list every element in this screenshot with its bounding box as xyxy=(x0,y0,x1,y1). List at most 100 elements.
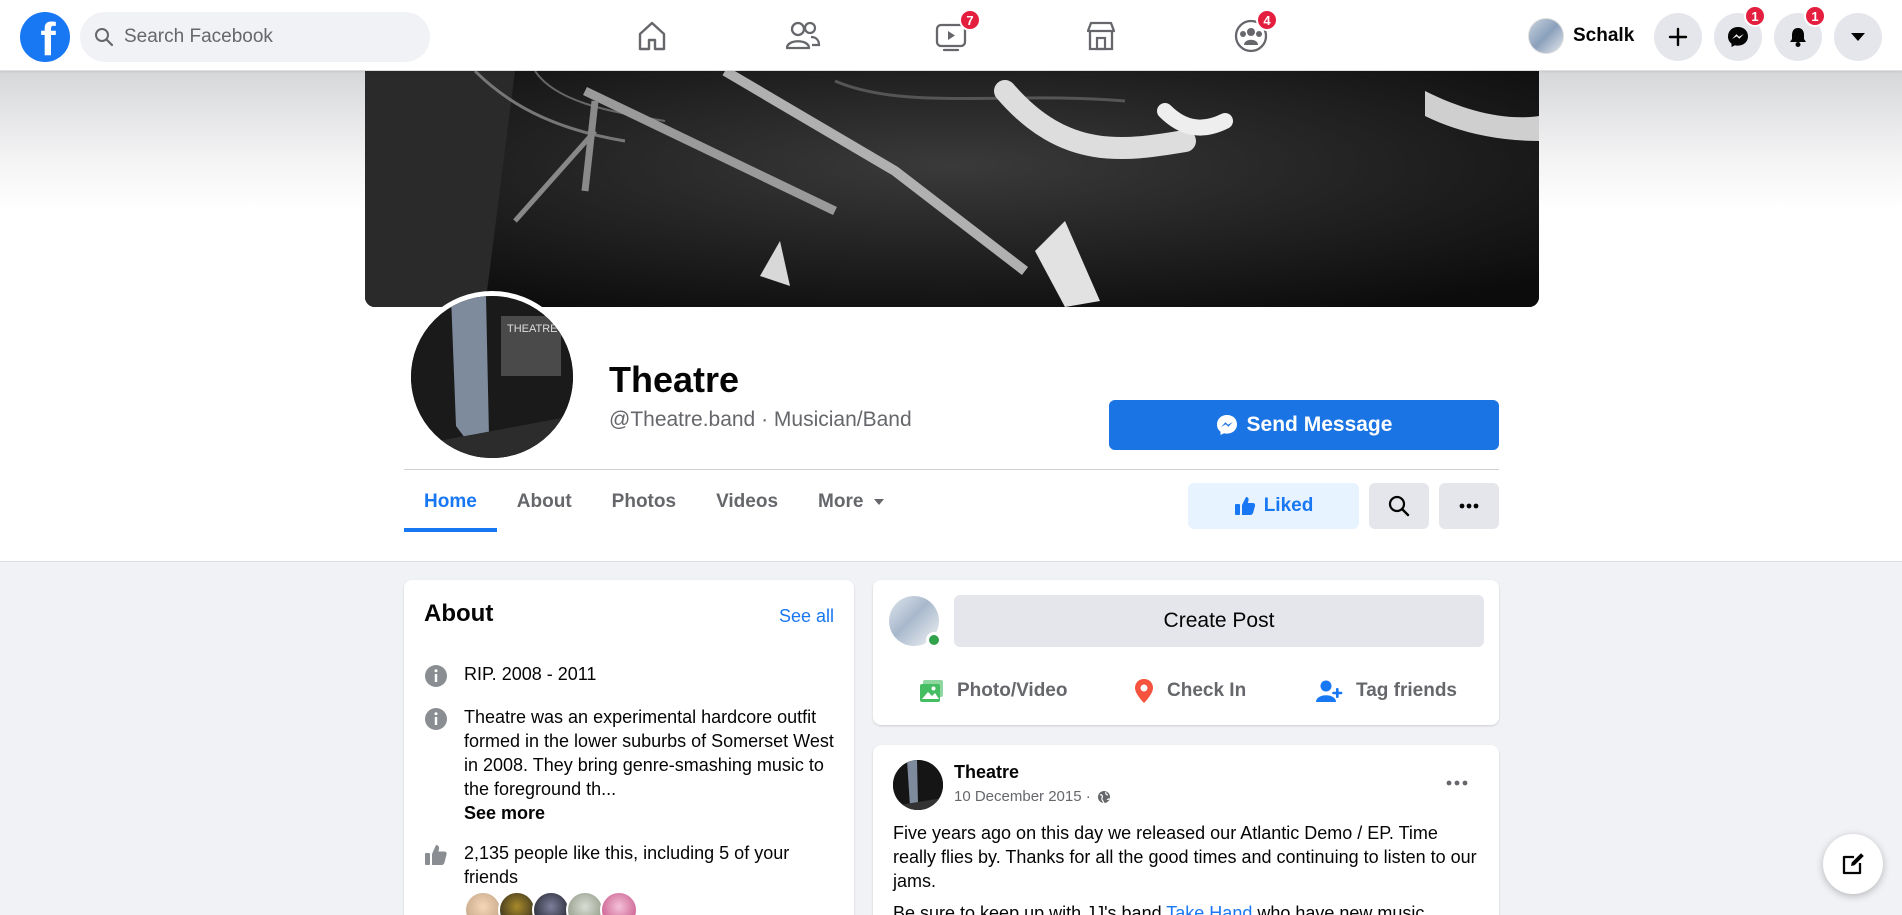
tab-about[interactable]: About xyxy=(497,472,592,532)
post-options-button[interactable] xyxy=(1439,765,1475,801)
more-dots-icon xyxy=(1459,503,1479,509)
user-name: Schalk xyxy=(1573,25,1635,46)
notifications-button[interactable]: 1 xyxy=(1774,5,1826,61)
about-description: Theatre was an experimental hardcore out… xyxy=(464,705,834,825)
top-navigation-bar: f 7 4 Schalk 1 1 xyxy=(0,0,1902,71)
tab-more[interactable]: More xyxy=(798,472,905,532)
tag-friends-icon xyxy=(1316,680,1343,702)
page-handle-category: @Theatre.band · Musician/Band xyxy=(609,408,912,431)
check-in-button[interactable]: Check In xyxy=(1133,671,1246,711)
account-menu-button[interactable] xyxy=(1834,13,1882,61)
see-more-link[interactable]: See more xyxy=(464,801,834,825)
photo-icon xyxy=(920,680,943,702)
header-divider xyxy=(404,469,1499,470)
photo-video-label: Photo/Video xyxy=(957,680,1068,701)
messenger-icon xyxy=(1216,415,1237,435)
create-post-button[interactable]: Create Post xyxy=(954,595,1484,647)
new-message-button[interactable] xyxy=(1823,834,1883,894)
liked-button[interactable]: Liked xyxy=(1188,483,1359,529)
user-avatar xyxy=(1528,18,1564,54)
thumbs-up-icon xyxy=(425,845,447,865)
friend-avatar[interactable] xyxy=(600,891,638,915)
about-title: About xyxy=(424,600,494,627)
cover-photo-image xyxy=(365,71,1539,307)
create-post-label: Create Post xyxy=(1163,609,1275,632)
profile-picture-image: THEATRE xyxy=(411,296,573,458)
messenger-badge: 1 xyxy=(1744,5,1766,27)
tab-home[interactable]: Home xyxy=(404,472,497,532)
create-menu-button[interactable] xyxy=(1654,13,1702,61)
profile-picture[interactable]: THEATRE xyxy=(406,291,578,463)
tab-photos-label: Photos xyxy=(611,491,677,512)
globe-icon xyxy=(1097,790,1110,803)
profile-shortcut[interactable]: Schalk xyxy=(1528,16,1634,56)
notifications-badge: 1 xyxy=(1804,5,1826,27)
post-text-2b: who have new music xyxy=(1252,903,1425,915)
post-timestamp: 10 December 2015 · xyxy=(954,788,1111,805)
about-rip-row: RIP. 2008 - 2011 xyxy=(424,662,834,688)
more-options-button[interactable] xyxy=(1439,483,1499,529)
thumbs-up-icon xyxy=(1234,497,1255,515)
friend-avatar[interactable] xyxy=(532,891,570,915)
create-post-card: Create Post Photo/Video Check In Tag fri… xyxy=(873,580,1499,725)
tag-friends-button[interactable]: Tag friends xyxy=(1316,671,1457,711)
caret-down-icon xyxy=(1851,33,1865,41)
messenger-icon xyxy=(1728,27,1748,47)
friend-avatar[interactable] xyxy=(464,891,502,915)
more-dots-icon xyxy=(1446,780,1468,786)
messenger-button[interactable]: 1 xyxy=(1714,5,1766,61)
tab-photos[interactable]: Photos xyxy=(592,472,696,532)
search-input[interactable] xyxy=(124,26,404,48)
location-pin-icon xyxy=(1135,679,1153,703)
see-all-link[interactable]: See all xyxy=(779,606,834,627)
tab-videos[interactable]: Videos xyxy=(696,472,798,532)
post-date-text[interactable]: 10 December 2015 · xyxy=(954,788,1091,805)
post-card: Theatre 10 December 2015 · Five years ag… xyxy=(873,745,1499,915)
marketplace-icon xyxy=(1086,21,1116,51)
nav-groups[interactable]: 4 xyxy=(1196,8,1306,64)
nav-home[interactable] xyxy=(597,8,707,64)
profile-tabs: Home About Photos Videos More xyxy=(404,472,905,562)
tab-videos-label: Videos xyxy=(716,491,779,512)
send-message-button[interactable]: Send Message xyxy=(1109,400,1499,450)
post-author-avatar[interactable] xyxy=(893,760,943,810)
caret-down-icon xyxy=(874,499,885,505)
friend-avatar[interactable] xyxy=(498,891,536,915)
about-rip-text: RIP. 2008 - 2011 xyxy=(464,664,597,684)
search-box[interactable] xyxy=(80,12,430,62)
nav-friends[interactable] xyxy=(748,8,858,64)
profile-picture-tag: THEATRE xyxy=(507,323,558,335)
post-text-paragraph: Five years ago on this day we released o… xyxy=(893,823,1477,891)
about-likes-row: 2,135 people like this, including 5 of y… xyxy=(424,841,834,889)
tab-more-label: More xyxy=(818,491,864,512)
facebook-logo-letter: f xyxy=(40,13,56,62)
page-name: Theatre xyxy=(609,359,740,400)
check-in-label: Check In xyxy=(1167,680,1247,701)
facebook-logo[interactable]: f xyxy=(20,12,70,62)
post-body: Five years ago on this day we released o… xyxy=(893,821,1483,915)
cover-photo[interactable] xyxy=(365,71,1539,307)
friend-faces xyxy=(464,891,638,915)
info-icon xyxy=(425,708,447,730)
about-description-text: Theatre was an experimental hardcore out… xyxy=(464,707,834,799)
home-icon xyxy=(638,21,666,51)
nav-watch[interactable]: 7 xyxy=(896,8,1006,64)
nav-marketplace[interactable] xyxy=(1046,8,1156,64)
tab-home-label: Home xyxy=(424,491,477,512)
search-icon xyxy=(1388,495,1410,517)
search-page-button[interactable] xyxy=(1369,483,1429,529)
tag-friends-label: Tag friends xyxy=(1356,680,1457,701)
friend-avatar[interactable] xyxy=(566,891,604,915)
send-message-label: Send Message xyxy=(1246,413,1393,436)
watch-badge: 7 xyxy=(959,9,981,31)
take-hand-link[interactable]: Take Hand xyxy=(1166,903,1252,915)
liked-label: Liked xyxy=(1263,495,1314,516)
post-author-name[interactable]: Theatre xyxy=(954,762,1019,783)
profile-header: THEATRE Theatre @Theatre.band · Musician… xyxy=(0,71,1902,562)
post-author-avatar-image xyxy=(893,760,943,810)
photo-video-button[interactable]: Photo/Video xyxy=(919,671,1067,711)
compose-icon xyxy=(1842,853,1864,875)
search-icon xyxy=(95,28,114,47)
bell-icon xyxy=(1790,28,1806,47)
online-status-dot xyxy=(926,632,942,648)
